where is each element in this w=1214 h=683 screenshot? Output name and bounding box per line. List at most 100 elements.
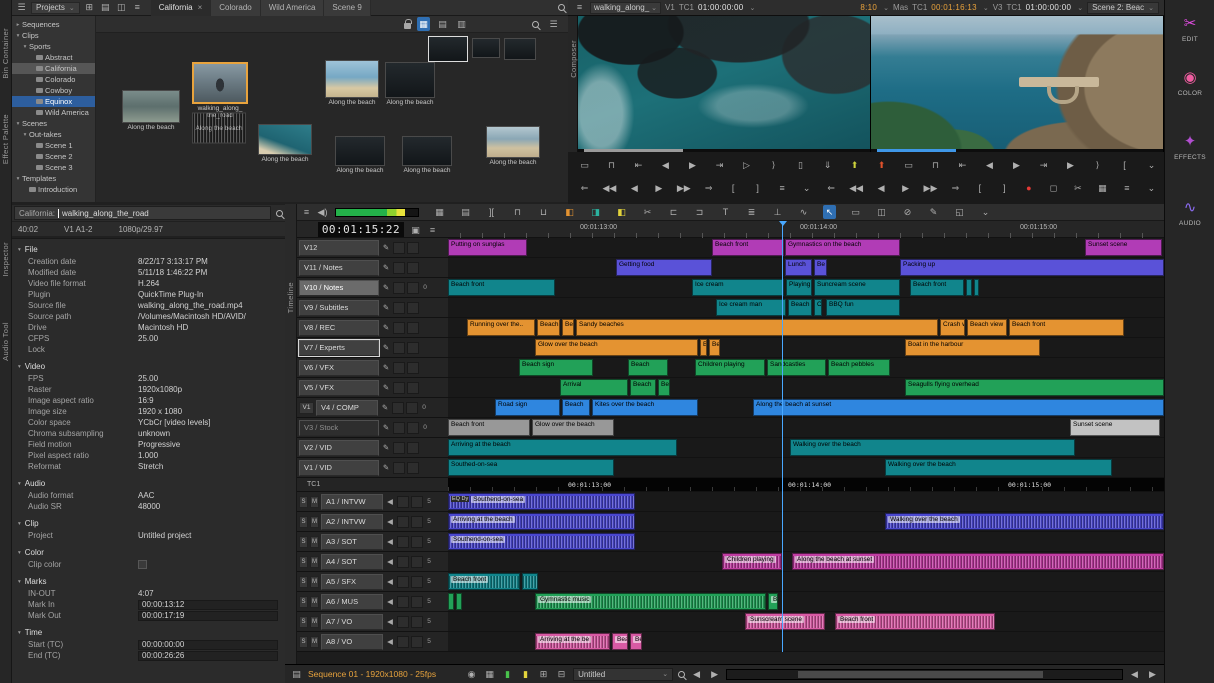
track-lane-v2-vid[interactable]: Arriving at the beachWalking over the be… (448, 438, 1164, 457)
mark-in-icon[interactable]: ⊓ (511, 205, 524, 219)
mark-out-bracket-icon[interactable]: ] (998, 181, 1011, 195)
cut-icon[interactable]: ✂ (1071, 181, 1084, 195)
track-lane-a7-vo[interactable]: Sunscream sceneBeach front (448, 612, 1164, 631)
tree-item-sports[interactable]: ▾Sports (12, 41, 95, 52)
monitor-toggle[interactable] (393, 342, 405, 354)
track-name-button[interactable]: A1 / INTVW (321, 494, 383, 510)
clip-thumbnail[interactable]: Along the beach (258, 124, 312, 163)
inspector-section-header[interactable]: ▾Time (12, 626, 285, 639)
clip-thumbnail[interactable]: Along the beach (486, 126, 540, 166)
toolbar-more-icon[interactable]: ⌄ (979, 205, 992, 219)
frame-back-icon[interactable]: ◀ (875, 181, 888, 195)
tree-item-california[interactable]: California (12, 63, 95, 74)
monitor-menu-icon[interactable]: ≡ (1120, 181, 1133, 195)
clip-thumbnail[interactable]: Along the beach (402, 136, 452, 174)
tree-item-clips[interactable]: ▾Clips (12, 30, 95, 41)
track-name-button[interactable]: A4 / SOT (321, 554, 383, 570)
record-toggle[interactable] (407, 262, 419, 274)
clip-arriving-at-the-beach[interactable]: Arriving at the beach (448, 513, 635, 530)
monitor-toggle[interactable] (393, 262, 405, 274)
splice-in-icon[interactable]: ◧ (615, 205, 628, 219)
clip-along-the-beach-at-sunset[interactable]: Along the beach at sunset (753, 399, 1164, 416)
track-lane-a8-vo[interactable]: Arriving at the beBeacBe (448, 632, 1164, 651)
clip-sandy-beaches[interactable]: Sandy beaches (576, 319, 938, 336)
field-value[interactable]: 00:00:26:26 (138, 651, 278, 661)
pencil-icon[interactable]: ✎ (381, 383, 391, 392)
scroll-left-icon[interactable]: ◀ (1128, 667, 1141, 681)
tab-colorado[interactable]: Colorado (211, 0, 260, 16)
clip-road-sign[interactable]: Road sign (495, 399, 560, 416)
grid-icon[interactable]: ▦ (483, 667, 496, 681)
clip-seagulls-flying-overhead[interactable]: Seagulls flying overhead (905, 379, 1164, 396)
go-start-icon[interactable]: ⇐ (825, 181, 838, 195)
play-icon[interactable]: ▶ (1064, 158, 1077, 172)
clip-glow-over-the-beach[interactable]: Glow over the beach (535, 339, 698, 356)
track-lane-v6-vfx[interactable]: Beach signBeachChildren playingSandcastl… (448, 358, 1164, 377)
step-forward-icon[interactable]: ▶ (1010, 158, 1023, 172)
monitor-toggle[interactable] (397, 536, 409, 548)
mark-in-bracket-icon[interactable]: [ (727, 181, 740, 195)
clip-children-playing[interactable]: Children playing (722, 553, 782, 570)
mas-tc-label[interactable]: TC1 (912, 3, 927, 12)
projects-selector[interactable]: Projects ⌄ (31, 2, 80, 14)
monitor-toggle[interactable] (397, 636, 409, 648)
pencil-icon[interactable]: ✎ (381, 363, 391, 372)
clip-thumbnail[interactable] (472, 38, 500, 58)
clip-gymnastic-music[interactable]: Gymnastic music (535, 593, 766, 610)
track-lane-a6-mus[interactable]: Gymnastic musicB (448, 592, 1164, 611)
track-lane-v11-notes[interactable]: Getting foodLunchBePacking up (448, 258, 1164, 277)
triangle-down-icon[interactable]: ▾ (18, 521, 21, 527)
mute-button[interactable]: M (310, 576, 319, 588)
speaker-icon[interactable]: ◀) (316, 205, 329, 219)
pencil-icon[interactable]: ✎ (381, 463, 391, 472)
record-toggle[interactable] (411, 556, 423, 568)
quick-filter-icon[interactable] (558, 4, 565, 11)
inspector-section-header[interactable]: ▾Color (12, 546, 285, 559)
go-to-in-icon[interactable]: ⇤ (956, 158, 969, 172)
speaker-icon[interactable]: ◀ (385, 537, 395, 546)
record-toggle[interactable] (411, 596, 423, 608)
splice-in-icon[interactable]: ⬆ (848, 158, 861, 172)
tree-item-out-takes[interactable]: ▾Out-takes (12, 129, 95, 140)
monitor-toggle[interactable] (393, 302, 405, 314)
source-tc-label[interactable]: TC1 (679, 3, 694, 12)
bin-content[interactable]: Along the beachwalking_along_ the_roadAl… (96, 33, 568, 202)
composer-menu-icon[interactable]: ≡ (573, 1, 586, 15)
solo-button[interactable]: S (299, 536, 308, 548)
effect-mode-icon[interactable]: ⌄ (1145, 158, 1158, 172)
mute-button[interactable]: M (310, 516, 319, 528)
script-view-icon[interactable]: ▥ (455, 17, 468, 31)
track-name-button[interactable]: V2 / VID (299, 440, 379, 456)
app-menu-icon[interactable]: ☰ (15, 1, 28, 15)
pen-tool-icon[interactable]: ✎ (927, 205, 940, 219)
video-quality-icon[interactable]: ◧ (563, 205, 576, 219)
mute-button[interactable]: M (310, 616, 319, 628)
step-back-icon[interactable]: ◀ (659, 158, 672, 172)
rewind-icon[interactable]: ◀◀ (849, 181, 863, 195)
rail-label-effect-palette[interactable]: Effect Palette (1, 114, 10, 164)
pencil-icon[interactable]: ✎ (381, 423, 391, 432)
source-position-bar[interactable] (578, 149, 870, 152)
source-track-label[interactable]: V1 (665, 3, 675, 12)
clip-beach[interactable]: Beach (628, 359, 668, 376)
source-clip-menu[interactable]: walking_along_ ⌄ (590, 2, 661, 14)
tree-item-sequences[interactable]: ▸Sequences (12, 19, 95, 30)
inspector-section-header[interactable]: ▾Marks (12, 575, 285, 588)
scroll-right-icon[interactable]: ▶ (708, 667, 721, 681)
smart-tool-arrow-icon[interactable]: ↖ (823, 205, 836, 219)
speaker-icon[interactable]: ◀ (385, 617, 395, 626)
record-toggle[interactable] (406, 402, 418, 414)
clip-beach-view[interactable]: Beach view (967, 319, 1007, 336)
clip-thumbnail[interactable]: Along the beach (192, 124, 246, 132)
pencil-icon[interactable]: ✎ (381, 283, 391, 292)
clip-southed-on-sea[interactable]: Southed-on-sea (448, 459, 614, 476)
track-lane-a3-sot[interactable]: Southend-on-sea (448, 532, 1164, 551)
sidebar-audio[interactable]: ∿AUDIO (1165, 198, 1214, 227)
record-toggle[interactable] (411, 576, 423, 588)
clip-beach-pebbles[interactable]: Beach pebbles (828, 359, 890, 376)
record-toggle[interactable] (411, 636, 423, 648)
focus-icon[interactable]: ◉ (465, 667, 478, 681)
monitor-toggle[interactable] (393, 442, 405, 454)
extract-icon[interactable]: ⊐ (693, 205, 706, 219)
chevron-down-icon[interactable]: ⌄ (750, 4, 756, 12)
